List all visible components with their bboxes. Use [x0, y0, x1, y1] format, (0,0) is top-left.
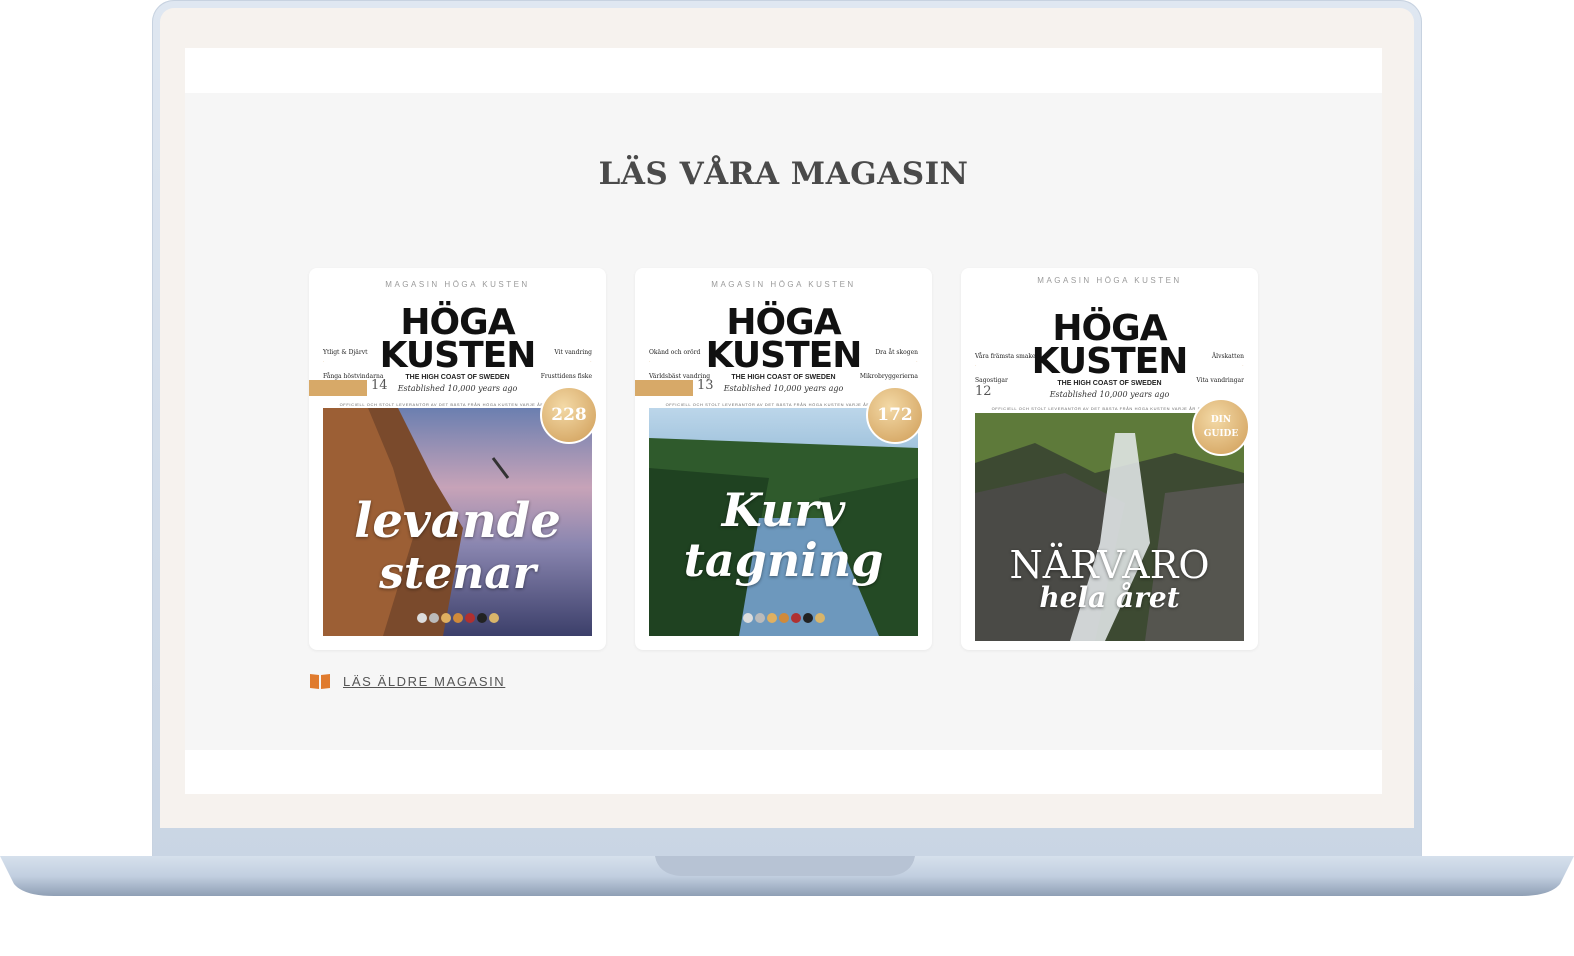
cover-image: levande stenar [323, 408, 592, 636]
cover-title-line1: Kurv [721, 483, 846, 537]
cover-image: Kurv tagning [649, 408, 918, 636]
cover-title-line1: levande [354, 493, 561, 549]
cover-badge: 228 [540, 386, 598, 444]
older-magazines-label: LÄS ÄLDRE MAGASIN [343, 673, 506, 689]
magazine-logo: HÖGA KUSTEN [379, 302, 537, 376]
bottom-band [185, 750, 1382, 794]
cover-title-line2: hela året [1039, 581, 1180, 614]
book-icon [309, 672, 331, 690]
magazine-header: MAGASIN HÖGA KUSTEN [385, 280, 530, 289]
cover-title-line2: tagning [683, 533, 884, 587]
magazine-section: LÄS VÅRA MAGASIN MAGASIN HÖGA KUSTEN Ytl… [185, 48, 1382, 794]
cover-badge: DIN GUIDE [1192, 398, 1250, 456]
laptop-screen: LÄS VÅRA MAGASIN MAGASIN HÖGA KUSTEN Ytl… [160, 8, 1414, 828]
magazine-card[interactable]: MAGASIN HÖGA KUSTEN Okänd och orörd · Vär… [635, 268, 932, 650]
top-band [185, 48, 1382, 93]
laptop-base [0, 856, 1574, 902]
magazine-logo: HÖGA KUSTEN [1031, 308, 1189, 382]
magazine-header: MAGASIN HÖGA KUSTEN [711, 280, 856, 289]
section-title: LÄS VÅRA MAGASIN [598, 156, 969, 192]
issue-number: 14 [371, 378, 388, 393]
magazine-established: Established 10,000 years ago [1049, 390, 1170, 399]
issue-number: 12 [975, 384, 992, 399]
price-tag [635, 380, 693, 396]
cover-badge: 172 [866, 386, 924, 444]
magazine-subtitle: THE HIGH COAST OF SWEDEN [1057, 380, 1162, 387]
magazine-card[interactable]: MAGASIN HÖGA KUSTEN Våra främsta smaker ·… [961, 268, 1258, 650]
magazine-grid: MAGASIN HÖGA KUSTEN Ytligt & Djärvt · Fån… [309, 268, 1259, 650]
magazine-logo: HÖGA KUSTEN [705, 302, 863, 376]
issue-number: 13 [697, 378, 714, 393]
older-magazines-link[interactable]: LÄS ÄLDRE MAGASIN [309, 672, 505, 690]
partner-logos [649, 610, 918, 628]
magazine-header: MAGASIN HÖGA KUSTEN [1037, 276, 1182, 285]
cover-title-line2: stenar [379, 548, 536, 599]
magazine-card[interactable]: MAGASIN HÖGA KUSTEN Ytligt & Djärvt · Fån… [309, 268, 606, 650]
partner-logos [323, 610, 592, 628]
price-tag [309, 380, 367, 396]
